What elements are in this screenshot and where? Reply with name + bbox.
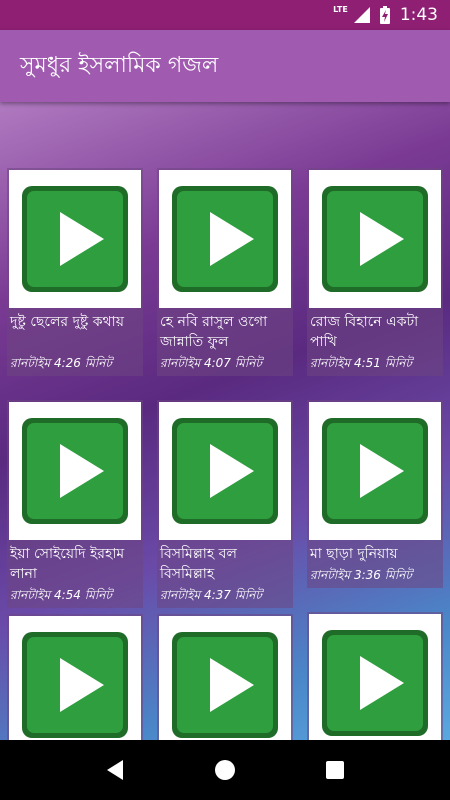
- video-title: হে নবি রাসুল ওগো জান্নাতি ফুল: [160, 314, 268, 350]
- video-title: বিসমিল্লাহ বল বিসমিল্লাহ: [160, 546, 237, 582]
- back-button[interactable]: [95, 750, 135, 790]
- video-runtime: রানটাইম 4:26 মিনিট: [10, 356, 112, 370]
- video-title: মা ছাড়া দুনিয়ায়: [310, 546, 398, 562]
- video-thumbnail[interactable]: [309, 170, 441, 308]
- video-card[interactable]: [157, 614, 293, 740]
- video-card[interactable]: [307, 612, 443, 740]
- home-icon: [215, 760, 235, 780]
- battery-charging-icon: [379, 6, 390, 24]
- video-card[interactable]: রোজ বিহানে একটা পাখি রানটাইম 4:51 মিনিট: [307, 168, 443, 376]
- play-icon: [22, 186, 128, 292]
- video-thumbnail[interactable]: [159, 170, 291, 308]
- video-grid: দুষ্টু ছেলের দুষ্টু কথায় রানটাইম 4:26 ম…: [0, 102, 450, 740]
- play-icon: [172, 632, 278, 738]
- video-runtime: রানটাইম 4:07 মিনিট: [160, 356, 262, 370]
- video-card[interactable]: দুষ্টু ছেলের দুষ্টু কথায় রানটাইম 4:26 ম…: [7, 168, 143, 376]
- video-title: ইয়া সোইয়েদি ইরহাম লানা: [10, 546, 125, 582]
- navigation-bar: [0, 740, 450, 800]
- video-thumbnail[interactable]: [9, 170, 141, 308]
- recents-button[interactable]: [315, 750, 355, 790]
- status-time: 1:43: [399, 5, 438, 25]
- video-card[interactable]: হে নবি রাসুল ওগো জান্নাতি ফুল রানটাইম 4:…: [157, 168, 293, 376]
- video-runtime: রানটাইম 4:37 মিনিট: [160, 588, 262, 602]
- video-card[interactable]: ইয়া সোইয়েদি ইরহাম লানা রানটাইম 4:54 মি…: [7, 400, 143, 608]
- play-icon: [322, 630, 428, 736]
- video-title: রোজ বিহানে একটা পাখি: [310, 314, 419, 350]
- network-type-label: LTE: [333, 5, 348, 14]
- video-thumbnail[interactable]: [159, 616, 291, 740]
- page-title: সুমধুর ইসলামিক গজল: [20, 52, 219, 78]
- video-runtime: রানটাইম 3:36 মিনিট: [310, 568, 412, 582]
- back-icon: [107, 760, 123, 780]
- play-icon: [172, 418, 278, 524]
- video-card[interactable]: [7, 614, 143, 740]
- recents-icon: [326, 761, 344, 779]
- video-card[interactable]: বিসমিল্লাহ বল বিসমিল্লাহ রানটাইম 4:37 মি…: [157, 400, 293, 608]
- play-icon: [322, 186, 428, 292]
- play-icon: [22, 632, 128, 738]
- video-thumbnail[interactable]: [159, 402, 291, 540]
- video-card[interactable]: মা ছাড়া দুনিয়ায় রানটাইম 3:36 মিনিট: [307, 400, 443, 588]
- home-button[interactable]: [205, 750, 245, 790]
- video-thumbnail[interactable]: [309, 402, 441, 540]
- video-thumbnail[interactable]: [9, 616, 141, 740]
- play-icon: [22, 418, 128, 524]
- video-runtime: রানটাইম 4:51 মিনিট: [310, 356, 412, 370]
- video-runtime: রানটাইম 4:54 মিনিট: [10, 588, 112, 602]
- video-thumbnail[interactable]: [309, 614, 441, 740]
- app-bar: সুমধুর ইসলামিক গজল: [0, 30, 450, 102]
- signal-icon: [353, 7, 370, 23]
- video-thumbnail[interactable]: [9, 402, 141, 540]
- play-icon: [172, 186, 278, 292]
- play-icon: [322, 418, 428, 524]
- status-bar: LTE 1:43: [0, 0, 450, 30]
- video-title: দুষ্টু ছেলের দুষ্টু কথায়: [10, 314, 124, 330]
